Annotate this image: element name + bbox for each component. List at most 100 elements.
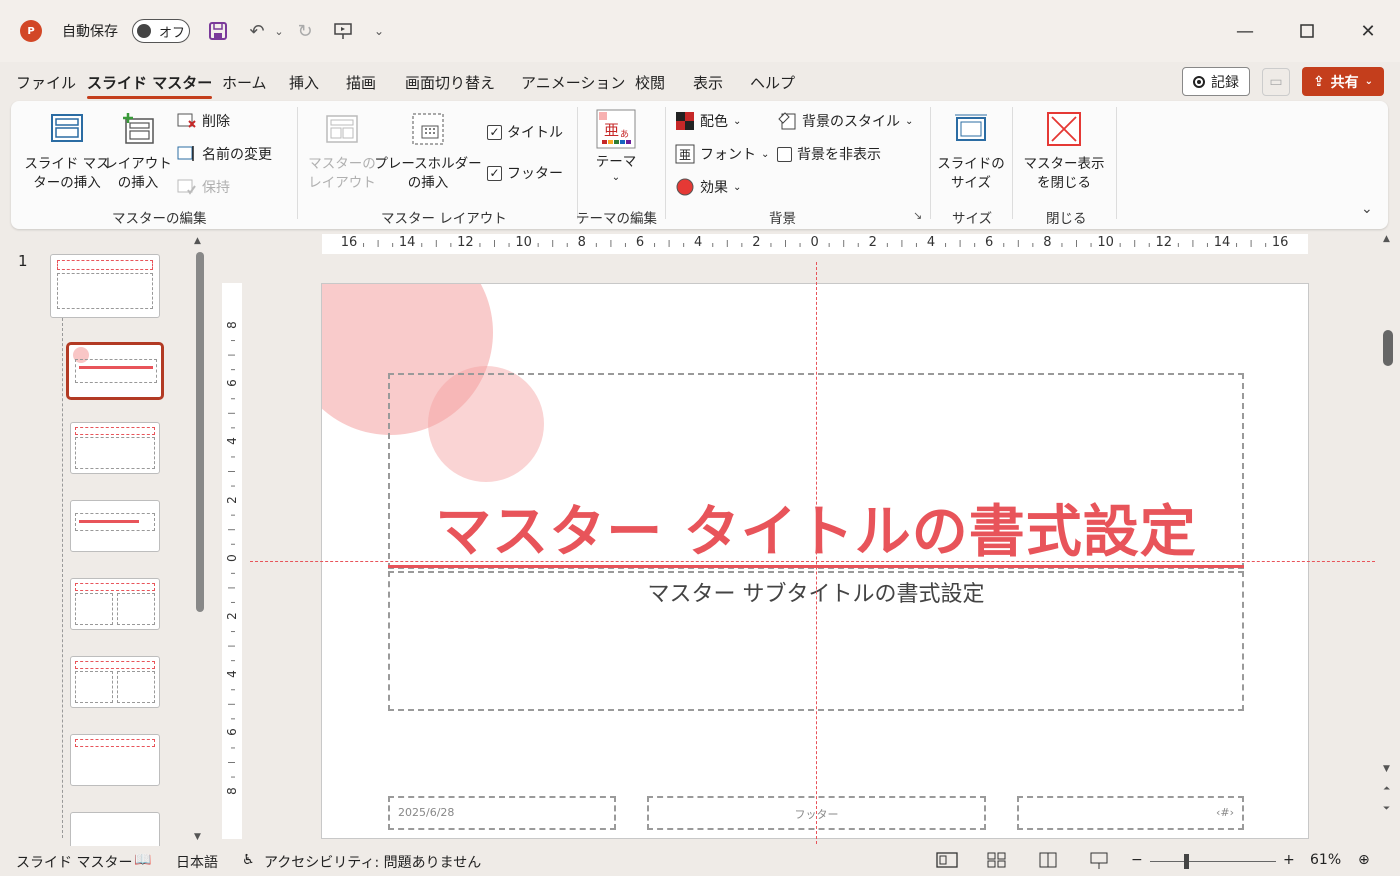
- tab-review[interactable]: 校閲: [635, 72, 665, 93]
- colors-button[interactable]: 配色 ⌄: [675, 111, 741, 131]
- close-icon[interactable]: ✕: [1348, 14, 1388, 48]
- thumbnail-scrollbar[interactable]: ▲ ▼: [192, 236, 206, 844]
- footer-checkbox[interactable]: ✓ フッター: [487, 163, 563, 183]
- maximize-icon[interactable]: [1287, 14, 1327, 48]
- zoom-level[interactable]: 61%: [1310, 852, 1341, 868]
- close-master-view-button[interactable]: マスター表示 を閉じる: [1019, 111, 1109, 193]
- insert-slide-master-icon: [51, 114, 83, 142]
- page-number-text: ‹#›: [1215, 806, 1234, 819]
- insert-layout-button[interactable]: レイアウト の挿入: [104, 111, 172, 193]
- tab-file[interactable]: ファイル: [16, 72, 76, 93]
- record-button[interactable]: 記録: [1182, 67, 1250, 96]
- title-checkbox[interactable]: ✓ タイトル: [487, 122, 563, 142]
- delete-button[interactable]: 削除: [177, 111, 230, 131]
- horizontal-guide[interactable]: [250, 561, 1375, 562]
- vertical-guide[interactable]: [816, 262, 817, 844]
- accessibility-icon[interactable]: ♿: [242, 852, 255, 868]
- slide-size-button[interactable]: スライドの サイズ: [935, 111, 1007, 193]
- scrollbar-thumb[interactable]: [196, 252, 204, 612]
- language-label[interactable]: 日本語: [176, 852, 218, 872]
- autosave-label: 自動保存: [62, 24, 118, 40]
- tab-view[interactable]: 表示: [693, 72, 723, 93]
- previous-slide-icon[interactable]: ⏶: [1383, 784, 1390, 794]
- layout-thumbnail-two-content[interactable]: [70, 578, 160, 630]
- next-slide-icon[interactable]: ⏷: [1383, 804, 1390, 814]
- insert-slide-master-button[interactable]: スライド マス ターの挿入: [24, 111, 110, 193]
- close-master-view-label: マスター表示 を閉じる: [1023, 156, 1105, 191]
- tab-draw[interactable]: 描画: [346, 72, 376, 93]
- save-icon[interactable]: [205, 18, 231, 44]
- rename-label: 名前の変更: [202, 147, 272, 163]
- share-icon: ⇪: [1312, 73, 1325, 90]
- layout-thumbnail-comparison[interactable]: [70, 656, 160, 708]
- layout-thumbnail-title-only[interactable]: [70, 734, 160, 786]
- fonts-dropdown-icon: ⌄: [761, 148, 770, 160]
- zoom-slider-handle[interactable]: [1184, 854, 1189, 869]
- layout-thumbnail-title-selected[interactable]: [66, 342, 164, 400]
- hide-background-check-icon: [777, 146, 792, 162]
- effects-button[interactable]: 効果 ⌄: [675, 177, 741, 197]
- fit-to-window-icon[interactable]: ⊕: [1358, 852, 1370, 868]
- zoom-slider-track[interactable]: [1150, 861, 1276, 862]
- reading-view-icon[interactable]: [1038, 852, 1058, 872]
- insert-placeholder-button[interactable]: プレースホルダー の挿入: [374, 111, 482, 193]
- preserve-button[interactable]: 保持: [177, 177, 230, 197]
- layout-thumbnail-section[interactable]: [70, 500, 160, 552]
- theme-button[interactable]: 亜あ テーマ ⌄: [586, 109, 646, 184]
- tab-insert[interactable]: 挿入: [289, 72, 319, 93]
- undo-dropdown-icon[interactable]: ⌄: [266, 18, 292, 44]
- master-thumbnail[interactable]: [50, 254, 160, 318]
- group-close-label: 閉じる: [1046, 211, 1087, 227]
- slide-number: 1: [18, 252, 28, 270]
- scroll-up-icon[interactable]: ▲: [1383, 234, 1390, 244]
- group-master-layout-label: マスター レイアウト: [381, 211, 507, 227]
- notes-icon[interactable]: 📖: [134, 852, 151, 868]
- page-number-placeholder[interactable]: ‹#›: [1017, 796, 1244, 830]
- insert-layout-icon: [123, 113, 154, 144]
- master-layout-button[interactable]: マスターの レイアウト: [307, 111, 377, 193]
- share-button[interactable]: ⇪ 共有 ⌄: [1302, 67, 1384, 96]
- tab-transitions[interactable]: 画面切り替え: [405, 72, 495, 93]
- zoom-out-button[interactable]: −: [1131, 852, 1143, 868]
- background-styles-label: 背景のスタイル: [802, 114, 900, 130]
- customize-qat-icon[interactable]: ⌄: [366, 18, 392, 44]
- slide-sorter-icon[interactable]: [987, 852, 1007, 872]
- scroll-up-icon[interactable]: ▲: [194, 236, 201, 246]
- rename-icon: [177, 144, 197, 164]
- collapse-ribbon-icon[interactable]: ⌄: [1361, 201, 1373, 217]
- slideshow-icon[interactable]: [1089, 852, 1109, 874]
- scrollbar-thumb[interactable]: [1383, 330, 1393, 366]
- tab-help[interactable]: ヘルプ: [750, 72, 795, 93]
- slide-size-icon: [955, 114, 987, 141]
- accessibility-label[interactable]: アクセシビリティ: 問題ありません: [264, 852, 481, 872]
- autosave-toggle[interactable]: オフ: [132, 19, 190, 43]
- master-layout-icon: [326, 115, 358, 143]
- tab-animations[interactable]: アニメーション: [521, 72, 625, 93]
- scroll-down-icon[interactable]: ▼: [194, 832, 201, 842]
- canvas-scrollbar[interactable]: ▲ ▼ ⏶ ⏷: [1380, 232, 1396, 844]
- group-theme-edit-label: テーマの編集: [576, 211, 657, 227]
- zoom-in-button[interactable]: +: [1283, 852, 1295, 868]
- minimize-icon[interactable]: —: [1225, 14, 1265, 48]
- separator: [1116, 107, 1117, 219]
- ruler-tick-label: 8: [225, 786, 239, 795]
- tab-home[interactable]: ホーム: [222, 72, 267, 93]
- rename-button[interactable]: 名前の変更: [177, 144, 272, 164]
- ruler-tick-label: 6: [985, 235, 994, 250]
- separator: [297, 107, 298, 219]
- tab-slide-master[interactable]: スライド マスター: [87, 72, 213, 99]
- fonts-button[interactable]: 亜 フォント ⌄: [675, 144, 769, 164]
- scroll-down-icon[interactable]: ▼: [1383, 764, 1390, 774]
- date-placeholder[interactable]: 2025/6/28: [388, 796, 616, 830]
- comment-icon[interactable]: ▭: [1262, 68, 1290, 96]
- background-dialog-launcher-icon[interactable]: ↘: [913, 209, 922, 222]
- present-from-start-icon[interactable]: [330, 18, 356, 44]
- theme-label: テーマ: [595, 154, 637, 170]
- hide-background-checkbox[interactable]: 背景を非表示: [777, 144, 881, 164]
- ruler-tick-label: 8: [577, 235, 586, 250]
- background-styles-button[interactable]: 背景のスタイル ⌄: [777, 111, 913, 131]
- layout-thumbnail-content[interactable]: [70, 422, 160, 474]
- vertical-ruler: 8 6 4 2 0 2 4 6 8: [222, 283, 242, 839]
- redo-icon[interactable]: ↻: [292, 18, 318, 44]
- normal-view-icon[interactable]: [936, 852, 958, 872]
